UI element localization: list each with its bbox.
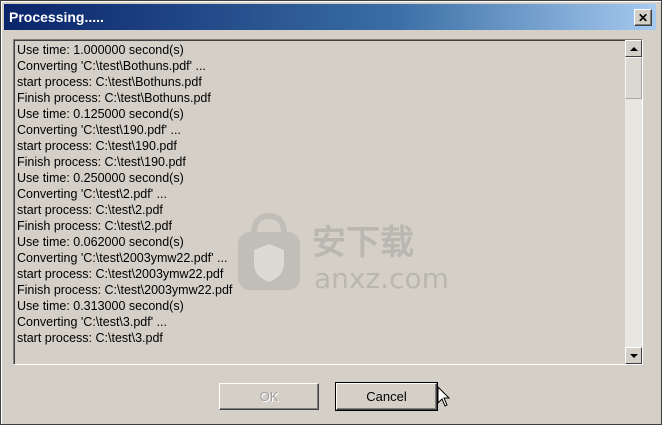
log-line: Finish process: C:\test\2003ymw22.pdf <box>17 283 233 297</box>
arrow-down-icon <box>629 353 638 358</box>
log-line: start process: C:\test\Bothuns.pdf <box>17 75 202 89</box>
log-line: Finish process: C:\test\2.pdf <box>17 219 172 233</box>
log-output[interactable]: Use time: 1.000000 second(s) Converting '… <box>13 39 643 365</box>
log-line: Finish process: C:\test\Bothuns.pdf <box>17 91 211 105</box>
mouse-cursor-icon <box>437 386 451 407</box>
log-line: Converting 'C:\test\Bothuns.pdf' ... <box>17 59 206 73</box>
dialog-title: Processing..... <box>9 9 104 25</box>
log-line: Use time: 0.062000 second(s) <box>17 235 184 249</box>
title-bar[interactable]: Processing..... ✕ <box>4 4 656 30</box>
cancel-button[interactable]: Cancel <box>335 382 438 411</box>
log-line: Converting 'C:\test\3.pdf' ... <box>17 315 167 329</box>
log-line: Converting 'C:\test\2003ymw22.pdf' ... <box>17 251 228 265</box>
scroll-down-button[interactable] <box>625 347 642 364</box>
ok-button[interactable]: OK <box>219 383 319 410</box>
log-line: start process: C:\test\2.pdf <box>17 203 163 217</box>
log-lines: Use time: 1.000000 second(s) Converting '… <box>17 42 617 346</box>
log-line: Converting 'C:\test\2.pdf' ... <box>17 187 167 201</box>
scroll-thumb[interactable] <box>625 57 642 99</box>
log-line: Use time: 0.250000 second(s) <box>17 171 184 185</box>
scroll-up-button[interactable] <box>625 40 642 57</box>
log-line: Use time: 0.125000 second(s) <box>17 107 184 121</box>
vertical-scrollbar[interactable] <box>625 40 642 364</box>
close-button[interactable]: ✕ <box>634 9 652 26</box>
close-icon: ✕ <box>637 10 649 25</box>
log-line: Use time: 0.313000 second(s) <box>17 299 184 313</box>
log-line: Finish process: C:\test\190.pdf <box>17 155 186 169</box>
log-line: start process: C:\test\2003ymw22.pdf <box>17 267 224 281</box>
log-line: Converting 'C:\test\190.pdf' ... <box>17 123 181 137</box>
processing-dialog: Processing..... ✕ Use time: 1.000000 sec… <box>0 0 662 425</box>
log-line: start process: C:\test\190.pdf <box>17 139 177 153</box>
log-line: start process: C:\test\3.pdf <box>17 331 163 345</box>
arrow-up-icon <box>629 46 638 51</box>
log-line: Use time: 1.000000 second(s) <box>17 43 184 57</box>
